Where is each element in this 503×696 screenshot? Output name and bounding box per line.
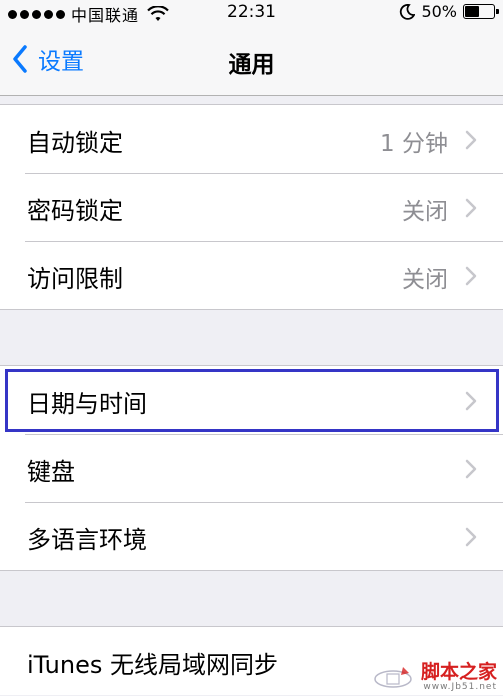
watermark-logo-icon xyxy=(374,667,412,688)
row-label: iTunes 无线局域网同步 xyxy=(27,651,279,679)
row-label: 访问限制 xyxy=(27,265,123,293)
chevron-right-icon xyxy=(465,527,477,547)
settings-row-passcode-lock[interactable]: 密码锁定 关闭 xyxy=(0,173,503,241)
battery-level xyxy=(465,6,479,17)
settings-row-date-time[interactable]: 日期与时间 xyxy=(0,366,503,434)
row-label: 键盘 xyxy=(27,458,75,486)
settings-group-locale: 日期与时间 键盘 多语言环境 xyxy=(0,365,503,571)
watermark-title: 脚本之家 xyxy=(420,661,497,683)
battery-icon xyxy=(463,4,499,19)
page-title: 通用 xyxy=(228,52,275,78)
row-label: 多语言环境 xyxy=(27,526,147,554)
nav-bar: 设置 通用 xyxy=(0,26,503,96)
battery-percent: 50% xyxy=(421,2,457,21)
settings-row-auto-lock[interactable]: 自动锁定 1 分钟 xyxy=(0,105,503,173)
settings-row-keyboard[interactable]: 键盘 xyxy=(0,434,503,502)
chevron-right-icon xyxy=(465,459,477,479)
site-watermark: 脚本之家 www.Jb51.net xyxy=(373,662,497,692)
watermark-url: www.Jb51.net xyxy=(423,682,497,692)
settings-row-restrictions[interactable]: 访问限制 关闭 xyxy=(0,241,503,309)
settings-group-security: 自动锁定 1 分钟 密码锁定 关闭 访问限制 关闭 xyxy=(0,104,503,310)
chevron-right-icon xyxy=(465,391,477,411)
row-value: 关闭 xyxy=(402,267,448,293)
settings-row-international[interactable]: 多语言环境 xyxy=(0,502,503,570)
row-label: 日期与时间 xyxy=(27,390,147,418)
moon-icon xyxy=(400,3,416,20)
row-label: 自动锁定 xyxy=(27,129,123,157)
watermark-text: 脚本之家 www.Jb51.net xyxy=(421,662,497,692)
chevron-right-icon xyxy=(465,130,477,150)
row-value: 1 分钟 xyxy=(380,131,448,157)
status-right: 50% xyxy=(399,2,499,21)
row-value: 关闭 xyxy=(402,199,448,225)
chevron-right-icon xyxy=(465,266,477,286)
chevron-right-icon xyxy=(465,198,477,218)
status-bar: 中国联通 22:31 50% xyxy=(0,0,503,26)
row-label: 密码锁定 xyxy=(27,197,123,225)
